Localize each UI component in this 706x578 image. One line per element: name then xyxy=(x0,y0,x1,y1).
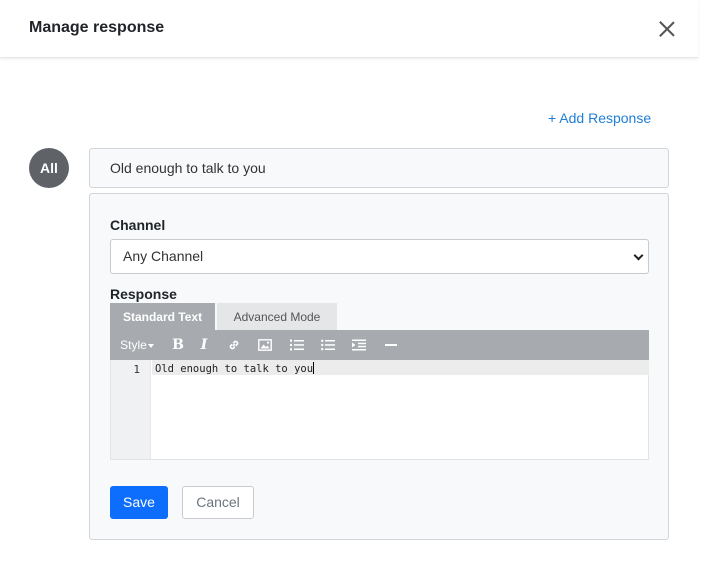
code-line: Old enough to talk to you xyxy=(155,362,315,375)
style-dropdown[interactable]: Style xyxy=(118,330,156,360)
indent-icon[interactable] xyxy=(349,330,369,360)
image-icon[interactable] xyxy=(255,330,275,360)
bold-button[interactable]: B xyxy=(168,330,188,360)
text-cursor xyxy=(313,362,315,374)
style-label: Style xyxy=(120,338,147,352)
editor-toolbar: Style B I xyxy=(110,330,649,360)
tab-standard-text[interactable]: Standard Text xyxy=(110,303,215,331)
unordered-list-icon[interactable] xyxy=(318,330,338,360)
response-label: Response xyxy=(110,286,177,302)
add-response-link[interactable]: + Add Response xyxy=(548,110,651,126)
code-editor[interactable]: 1 Old enough to talk to you xyxy=(110,360,649,460)
tab-advanced-mode[interactable]: Advanced Mode xyxy=(217,303,337,331)
cancel-button[interactable]: Cancel xyxy=(182,486,254,519)
line-gutter: 1 xyxy=(111,360,151,459)
code-line-text: Old enough to talk to you xyxy=(155,363,314,375)
link-icon[interactable] xyxy=(224,330,244,360)
horizontal-rule-icon[interactable] xyxy=(381,330,401,360)
response-title-field[interactable]: Old enough to talk to you xyxy=(89,148,669,188)
channel-select-value: Any Channel xyxy=(123,248,204,264)
italic-button[interactable]: I xyxy=(194,330,214,360)
avatar: All xyxy=(29,148,69,188)
save-button[interactable]: Save xyxy=(110,486,168,519)
line-number: 1 xyxy=(133,363,140,376)
response-editor-panel: Channel Any Channel Response Standard Te… xyxy=(89,193,669,540)
channel-label: Channel xyxy=(110,217,166,233)
modal-header: Manage response xyxy=(0,0,698,58)
close-icon[interactable] xyxy=(659,21,675,37)
ordered-list-icon[interactable] xyxy=(287,330,307,360)
modal-title: Manage response xyxy=(29,19,165,36)
chevron-down-icon xyxy=(633,250,644,261)
caret-down-icon xyxy=(147,343,154,348)
channel-select[interactable]: Any Channel xyxy=(110,239,649,274)
